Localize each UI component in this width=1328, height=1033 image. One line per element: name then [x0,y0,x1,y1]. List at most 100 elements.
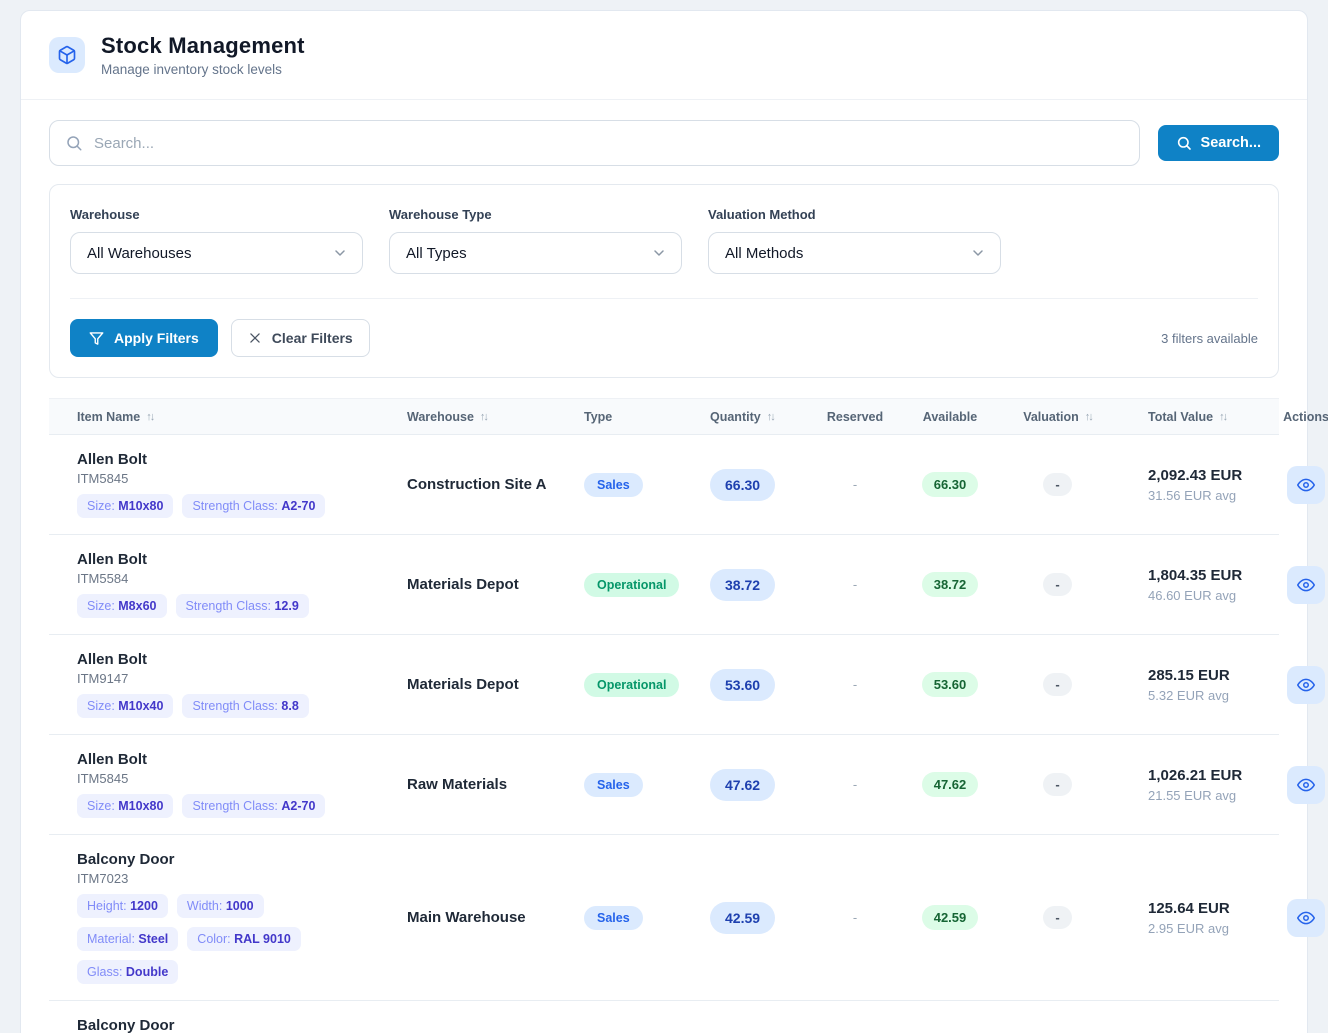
available-cell: 38.72 [900,572,1000,597]
view-item-button[interactable] [1287,566,1325,604]
sort-icon[interactable]: ↑↓ [1219,411,1226,423]
type-badge: Sales [584,473,643,497]
attribute-value: M10x80 [118,799,163,813]
table-header-row: Item Name↑↓ Warehouse ↑↓ Type Quantity ↑↓ Rese… [49,398,1279,435]
attribute-chip: Size: M10x80 [77,794,173,818]
available-pill: 38.72 [922,572,979,597]
view-item-button[interactable] [1287,666,1325,704]
valuation-cell: - [1000,473,1115,496]
filter-select-2[interactable]: All Methods [708,232,1001,274]
attribute-value: RAL 9010 [234,932,291,946]
funnel-icon [89,331,104,346]
column-header-warehouse[interactable]: Warehouse ↑↓ [379,410,584,424]
sort-icon[interactable]: ↑↓ [146,411,153,423]
page-subtitle: Manage inventory stock levels [101,62,305,77]
attribute-chip: Size: M10x40 [77,694,173,718]
column-header-total-value[interactable]: Total Value↑↓ [1115,410,1275,424]
item-name: Allen Bolt [77,751,365,768]
available-pill: 42.59 [922,905,979,930]
available-pill: 53.60 [922,672,979,697]
column-header-label: Quantity [710,410,761,424]
item-code: ITM9147 [77,671,365,686]
search-input[interactable] [49,120,1140,166]
type-badge: Operational [584,573,679,597]
table-row: Allen BoltITM5845Size: M10x80Strength Cl… [49,435,1279,535]
type-cell: Operational [584,673,710,697]
filter-label: Warehouse Type [389,207,682,222]
view-item-button[interactable] [1287,766,1325,804]
type-badge: Sales [584,773,643,797]
attribute-label: Color: [197,932,234,946]
chevron-down-icon [651,245,667,261]
attribute-chips: Size: M10x40Strength Class: 8.8 [77,694,365,718]
filters-actions: Apply Filters Clear Filters 3 filters av… [70,319,1258,357]
column-header-label: Warehouse [407,410,474,424]
sort-icon[interactable]: ↑↓ [480,411,487,423]
quantity-pill: 42.59 [710,902,775,934]
total-value: 2,092.43 EUR [1148,467,1275,484]
actions-cell [1275,766,1328,804]
attribute-label: Size: [87,799,118,813]
stock-management-card: Stock Management Manage inventory stock … [20,10,1308,1033]
quantity-pill: 47.62 [710,769,775,801]
valuation-pill: - [1043,673,1071,696]
quantity-cell: 66.30 [710,469,810,501]
quantity-cell: 38.72 [710,569,810,601]
filter-select-1[interactable]: All Types [389,232,682,274]
average-value: 46.60 EUR avg [1148,588,1275,603]
close-icon [248,331,262,345]
view-item-button[interactable] [1287,899,1325,937]
attribute-chip: Strength Class: 12.9 [176,594,309,618]
attribute-label: Size: [87,599,118,613]
column-header-label: Reserved [827,410,883,424]
column-header-label: Type [584,410,612,424]
item-cell: Allen BoltITM5584Size: M8x60Strength Cla… [49,535,379,634]
reserved-cell: - [810,777,900,792]
actions-cell [1275,899,1328,937]
filters-panel: WarehouseAll WarehousesWarehouse TypeAll… [49,184,1279,378]
filter-label: Valuation Method [708,207,1001,222]
item-name: Balcony Door [77,1017,365,1033]
average-value: 5.32 EUR avg [1148,688,1275,703]
attribute-chips: Size: M10x80Strength Class: A2-70 [77,794,365,818]
clear-filters-button[interactable]: Clear Filters [231,319,370,357]
filter-select-0[interactable]: All Warehouses [70,232,363,274]
apply-filters-label: Apply Filters [114,330,199,346]
column-header-quantity[interactable]: Quantity ↑↓ [710,410,810,424]
column-header-label: Valuation [1023,410,1079,424]
available-cell: 42.59 [900,905,1000,930]
item-code: ITM7023 [77,871,365,886]
page-header-text: Stock Management Manage inventory stock … [101,33,305,77]
search-row: Search... [49,120,1279,166]
sort-icon[interactable]: ↑↓ [767,411,774,423]
warehouse-cell: Main Warehouse [379,909,584,926]
item-cell: Allen BoltITM5845Size: M10x80Strength Cl… [49,735,379,834]
type-badge: Operational [584,673,679,697]
table-row: Balcony DoorITM7023Height: 1200Width: 10… [49,1001,1279,1033]
attribute-chip: Width: 1000 [177,894,264,918]
chevron-down-icon [332,245,348,261]
item-name: Allen Bolt [77,651,365,668]
quantity-cell: 53.60 [710,669,810,701]
column-header-valuation[interactable]: Valuation ↑↓ [1000,410,1115,424]
attribute-chip: Size: M8x60 [77,594,167,618]
warehouse-cell: Materials Depot [379,576,584,593]
reserved-cell: - [810,910,900,925]
item-name: Allen Bolt [77,551,365,568]
view-item-button[interactable] [1287,466,1325,504]
quantity-pill: 53.60 [710,669,775,701]
valuation-cell: - [1000,773,1115,796]
total-value: 285.15 EUR [1148,667,1275,684]
attribute-chip: Height: 1200 [77,894,168,918]
total-value: 125.64 EUR [1148,900,1275,917]
search-button-label: Search... [1201,135,1261,151]
filter-field-1: Warehouse Type All Types [389,207,682,274]
column-header-label: Actions [1283,410,1328,424]
apply-filters-button[interactable]: Apply Filters [70,319,218,357]
search-button[interactable]: Search... [1158,125,1279,161]
column-header-item-name[interactable]: Item Name↑↓ [49,410,379,424]
column-header-label: Available [923,410,977,424]
column-header-available: Available [900,410,1000,424]
eye-icon [1297,776,1315,794]
sort-icon[interactable]: ↑↓ [1085,411,1092,423]
